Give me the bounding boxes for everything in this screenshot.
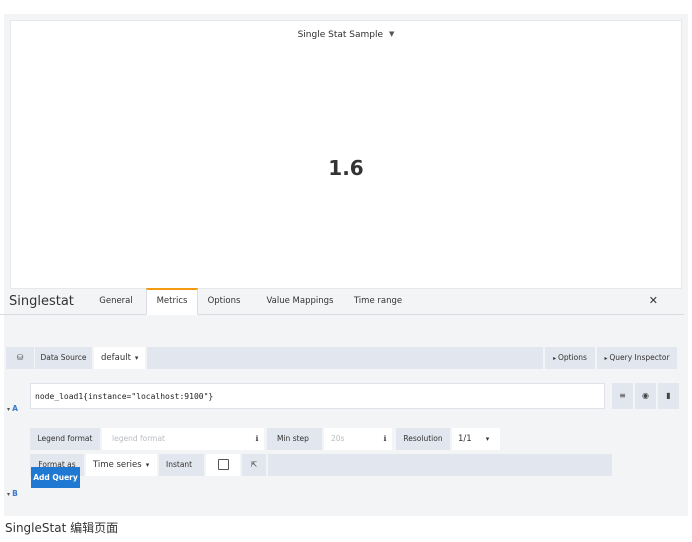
format-as-value: Time series [93,460,142,470]
tab-value-mappings[interactable]: Value Mappings [262,289,338,314]
query-b-letter: B [12,489,18,498]
format-row: Format as Time series ▾ Instant ⇱ [30,454,612,476]
instant-checkbox[interactable] [218,459,229,470]
query-a-letter: A [12,404,18,413]
resolution-value: 1/1 [458,434,472,444]
instant-label: Instant [159,454,204,476]
tab-metrics[interactable]: Metrics [146,288,198,315]
query-inspector-button[interactable]: ▸ Query Inspector [597,347,677,369]
eye-icon[interactable]: ◉ [635,383,656,409]
panel-title-text: Single Stat Sample [297,30,384,40]
legend-row: Legend format legend format ℹ Min step 2… [30,428,530,450]
editor-title: Singlestat [9,294,74,309]
query-b-toggle[interactable]: ▾ B [7,489,18,498]
min-step-label: Min step [267,428,322,450]
datasource-row: ⛁ Data Source default ▾ ▸ Options ▸ Query… [6,347,682,369]
external-link-icon[interactable]: ⇱ [242,454,266,476]
tab-time-range[interactable]: Time range [350,289,406,314]
add-query-button[interactable]: Add Query [31,467,80,488]
info-icon[interactable]: ℹ [250,428,264,450]
options-button[interactable]: ▸ Options [545,347,595,369]
query-expression-input[interactable]: node_load1{instance="localhost:9100"} [30,383,605,409]
panel-title[interactable]: Single Stat Sample ▼ [11,30,681,40]
stat-value: 1.6 [328,156,364,180]
tab-general[interactable]: General [94,289,138,314]
trash-icon[interactable]: ▮ [658,383,679,409]
datasource-spacer [147,347,543,369]
format-spacer [268,454,612,476]
editor-tabs-bar: Singlestat General Metrics Options Value… [0,286,684,315]
datasource-select[interactable]: default ▾ [94,347,145,369]
chevron-down-icon: ▾ [485,435,490,443]
info-icon[interactable]: ℹ [378,428,392,450]
resolution-select[interactable]: 1/1 ▾ [452,428,500,450]
legend-format-input[interactable]: legend format [102,428,264,450]
format-as-select[interactable]: Time series ▾ [86,454,157,476]
close-icon[interactable]: ✕ [649,294,658,307]
resolution-label: Resolution [396,428,450,450]
datasource-label: Data Source [35,347,92,369]
options-label: Options [557,353,587,362]
datasource-value: default [101,353,131,363]
caption: SingleStat 编辑页面 [5,521,119,535]
query-inspector-label: Query Inspector [609,353,670,362]
database-icon: ⛁ [6,347,34,369]
chevron-down-icon: ▾ [134,354,139,362]
legend-format-label: Legend format [30,428,100,450]
singlestat-panel: Single Stat Sample ▼ 1.6 [10,20,682,289]
tab-options[interactable]: Options [204,289,244,314]
hamburger-menu-icon[interactable]: ≡ [612,383,633,409]
instant-checkbox-cell [206,454,240,476]
query-a-toggle[interactable]: ▾ A [7,404,18,413]
chevron-down-icon: ▾ [145,461,150,469]
chevron-down-icon: ▼ [389,30,395,38]
